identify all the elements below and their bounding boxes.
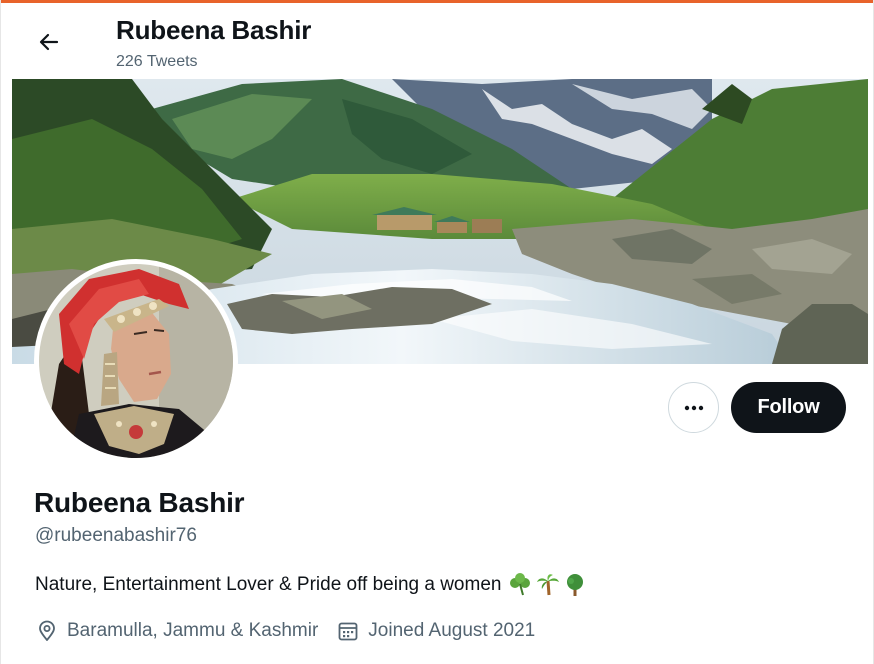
profile-bio: Nature, Entertainment Lover & Pride off … xyxy=(35,573,587,597)
profile-name: Rubeena Bashir xyxy=(34,487,245,518)
shamrock-icon xyxy=(510,573,531,596)
bio-emojis xyxy=(507,573,587,597)
follow-button[interactable]: Follow xyxy=(731,382,846,433)
location-text: Baramulla, Jammu & Kashmir xyxy=(67,620,319,641)
header-title: Rubeena Bashir xyxy=(116,15,312,45)
profile-header: Rubeena Bashir 226 Tweets xyxy=(12,3,868,79)
palm-tree-icon xyxy=(537,574,560,596)
avatar-image xyxy=(39,264,233,458)
more-icon xyxy=(684,405,703,410)
more-options-button[interactable] xyxy=(668,382,719,433)
location-pin-icon xyxy=(35,619,59,643)
bio-text: Nature, Entertainment Lover & Pride off … xyxy=(35,574,502,595)
location: Baramulla, Jammu & Kashmir xyxy=(35,619,318,643)
profile-avatar[interactable] xyxy=(34,259,238,463)
calendar-icon xyxy=(336,619,360,643)
join-date-text: Joined August 2021 xyxy=(368,620,536,641)
join-date: Joined August 2021 xyxy=(336,619,535,643)
profile-handle: @rubeenabashir76 xyxy=(35,525,197,546)
profile-meta: Baramulla, Jammu & Kashmir Joined August… xyxy=(35,619,535,643)
tree-icon xyxy=(567,574,584,596)
tweet-count: 226 Tweets xyxy=(116,53,198,70)
back-button[interactable] xyxy=(32,25,66,59)
arrow-left-icon xyxy=(39,33,59,51)
